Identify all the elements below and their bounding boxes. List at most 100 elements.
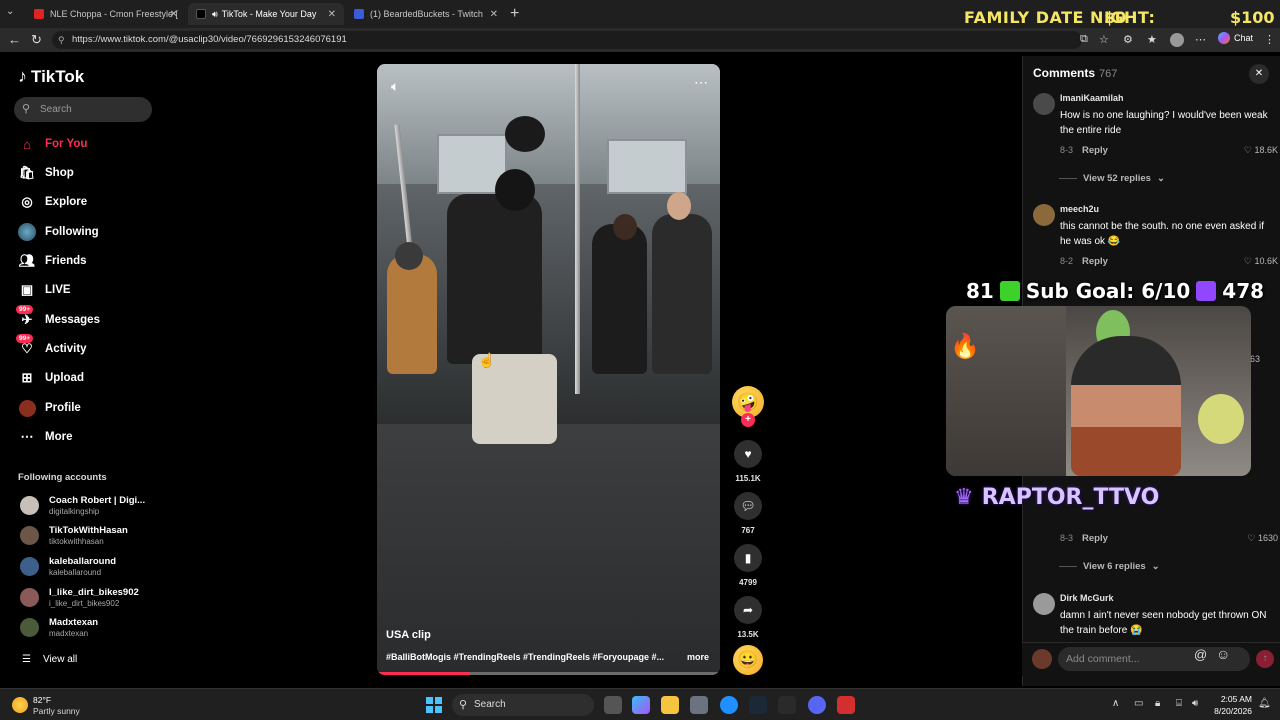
close-tab-icon[interactable]: ✕ [490,9,498,20]
mention-icon[interactable]: @ [1194,647,1207,662]
sidebar-toggle-icon[interactable]: ⋮ [1264,33,1275,46]
comment-like-count: 1630 [1257,533,1278,543]
new-tab-icon[interactable]: + [510,5,519,23]
following-account-item[interactable]: TikTokWithHasan tiktokwithhasan [20,522,180,550]
avatar[interactable] [1033,593,1055,615]
sidebar-item-shop[interactable]: 🛍︎ Shop [18,163,74,183]
save-action[interactable]: ▮ 4799 [734,544,762,587]
avatar[interactable] [1033,204,1055,226]
comment-icon[interactable]: 💬︎ [734,492,762,520]
comment-like-button[interactable]: ♡ 1630 [1247,533,1278,544]
share-action[interactable]: ➦ 13.5K [734,596,762,639]
taskbar-clock[interactable]: 2:05 AM 8/20/2026 [1212,693,1252,717]
video-options-icon[interactable]: ⋯ [694,74,708,91]
share-icon[interactable]: ➦ [734,596,762,624]
close-comments-icon[interactable]: ✕ [1249,64,1269,84]
view-all-following-button[interactable]: ☰ View all [22,654,77,665]
search-input[interactable]: ⚲ Search [14,97,152,122]
task-view-icon[interactable] [604,696,622,714]
tab-tiktok[interactable]: 🔊︎ TikTok - Make Your Day ✕ [188,3,344,25]
favorites-icon[interactable]: ★ [1147,33,1157,46]
speaker-icon[interactable]: 🔊︎ [212,9,218,20]
sidebar-item-profile[interactable]: Profile [18,398,81,418]
edge-icon[interactable] [720,696,738,714]
split-screen-icon[interactable]: ⧉ [1080,33,1088,46]
tray-app-icon[interactable]: ▭ [1134,698,1143,709]
tab-twitch[interactable]: (1) BeardedBuckets - Twitch ✕ [346,3,506,25]
taskbar-search[interactable]: ⚲ Search [452,694,594,716]
reply-button[interactable]: Reply [1082,256,1108,267]
tiktok-logo[interactable]: ♪ TikTok [18,66,84,87]
heart-icon[interactable]: ♥ [734,440,762,468]
like-action[interactable]: ♥ 115.1K [734,440,762,483]
view-replies-label: View 6 replies [1083,561,1146,572]
windows-start-icon[interactable] [426,697,442,713]
close-tab-icon[interactable]: ✕ [170,9,178,20]
view-replies-button[interactable]: View 52 replies ⌄ [1059,173,1165,184]
comment-like-button[interactable]: ♡ 18.6K [1244,145,1278,156]
avatar [20,588,39,607]
view-replies-button[interactable]: View 6 replies ⌄ [1059,561,1160,572]
video-hashtags[interactable]: #BalliBotMogis #TrendingReels #TrendingR… [386,652,664,662]
bookmark-icon[interactable]: ▮ [734,544,762,572]
site-info-icon[interactable]: ⚲ [58,31,65,49]
comment-username[interactable]: meech2u [1060,204,1099,214]
sidebar-item-activity[interactable]: ♡ 99+ Activity [16,334,87,359]
account-handle: kaleballaround [49,568,102,577]
family-date-night-amount: $0 [1104,8,1127,27]
emoji-icon[interactable]: ☺ [1216,646,1230,662]
reply-button[interactable]: Reply [1082,145,1108,156]
comment-like-button[interactable]: ♡ 10.6K [1244,256,1278,267]
following-account-item[interactable]: Madxtexan madxtexan [20,614,180,642]
back-icon[interactable]: ← [8,32,21,47]
follow-plus-button[interactable]: + [741,413,755,427]
sidebar-item-explore[interactable]: ◎ Explore [18,192,87,212]
sidebar-item-for-you[interactable]: ⌂ For You [18,134,87,154]
video-progress-bar[interactable] [377,672,720,675]
sidebar-item-friends[interactable]: 👥︎ Friends [18,251,87,271]
following-account-item[interactable]: kaleballaround kaleballaround [20,553,180,581]
comment-username[interactable]: ImaniKaamilah [1060,93,1124,103]
file-explorer-icon[interactable] [661,696,679,714]
app-icon[interactable] [778,696,796,714]
sidebar-item-live[interactable]: ▣ LIVE [18,280,71,300]
search-placeholder: Search [40,104,72,115]
network-icon[interactable]: ⌸ [1176,698,1182,709]
store-icon[interactable] [690,696,708,714]
profile-avatar[interactable] [1170,33,1184,47]
video-player[interactable]: 🔈︎ ⋯ USA clip #BalliBotMogis #TrendingRe… [377,64,720,675]
caption-more-link[interactable]: more [687,652,709,662]
refresh-icon[interactable]: ↻ [31,32,42,48]
browser-menu-icon[interactable]: ⋯ [1195,33,1206,46]
favorite-star-icon[interactable]: ☆ [1099,33,1109,46]
copilot-chat-button[interactable]: Chat [1218,32,1253,44]
sidebar-item-upload[interactable]: ⊞ Upload [18,368,84,388]
following-account-item[interactable]: Coach Robert | Digi... digitalkingship [20,492,180,520]
comment-username[interactable]: Dirk McGurk [1060,593,1114,603]
close-tab-icon[interactable]: ✕ [328,9,336,20]
avatar[interactable] [1033,93,1055,115]
app-icon[interactable] [837,696,855,714]
send-comment-icon[interactable]: ↑ [1256,650,1274,668]
volume-icon[interactable]: 🔊︎ [1192,698,1198,709]
copilot-icon[interactable] [632,696,650,714]
following-account-item[interactable]: I_like_dirt_bikes902 i_like_dirt_bikes90… [20,584,180,612]
reply-button[interactable]: Reply [1082,533,1108,544]
video-author-caption[interactable]: USA clip [386,629,431,641]
tab-list-menu-icon[interactable]: ⌄ [6,6,14,17]
notifications-icon[interactable]: 🔔︎ [1258,698,1271,709]
mute-icon[interactable]: 🔈︎ [391,78,399,95]
discord-icon[interactable] [808,696,826,714]
account-name: Madxtexan [49,617,99,628]
sidebar-item-more[interactable]: ⋯ More [18,427,73,447]
comment-action[interactable]: 💬︎ 767 [734,492,762,535]
extensions-icon[interactable]: ⚙ [1123,33,1133,46]
steam-icon[interactable] [749,696,767,714]
tray-app-icon[interactable]: 🔒︎ [1155,698,1160,709]
tray-overflow-icon[interactable]: ∧ [1112,698,1119,709]
sound-disc-icon[interactable]: 😀 [733,645,763,675]
sidebar-item-messages[interactable]: ✈ 99+ Messages [16,305,100,330]
sidebar-item-following[interactable]: Following [18,222,99,242]
tab-youtube[interactable]: NLE Choppa - Cmon Freestyle [Of ✕ [26,3,186,25]
url-field[interactable]: ⚲ https://www.tiktok.com/@usaclip30/vide… [52,31,1082,49]
